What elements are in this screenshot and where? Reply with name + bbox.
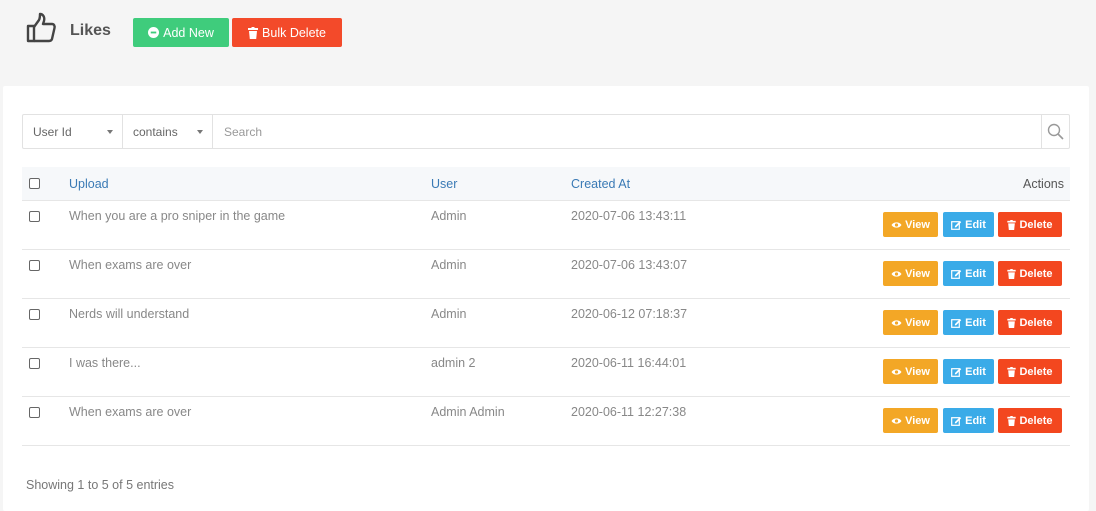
row-created-at: 2020-06-11 16:44:01 [571, 356, 687, 370]
delete-button[interactable]: Delete [998, 408, 1062, 433]
row-upload: When exams are over [69, 405, 192, 419]
edit-icon [951, 416, 962, 426]
search-button[interactable] [1041, 115, 1069, 148]
eye-icon [891, 270, 902, 277]
add-new-label: Add New [163, 25, 214, 40]
trash-icon [1007, 317, 1017, 328]
delete-label: Delete [1019, 218, 1053, 231]
page-header: Likes Add New Bulk Delete [0, 0, 1096, 86]
delete-label: Delete [1019, 316, 1053, 329]
view-label: View [905, 414, 930, 427]
column-header-user[interactable]: User [431, 177, 457, 191]
delete-button[interactable]: Delete [998, 310, 1062, 335]
row-upload: Nerds will understand [69, 307, 190, 321]
row-upload: When exams are over [69, 258, 192, 272]
row-created-at: 2020-06-11 12:27:38 [571, 405, 687, 419]
bulk-delete-label: Bulk Delete [262, 25, 326, 40]
edit-button[interactable]: Edit [943, 408, 994, 433]
edit-label: Edit [965, 218, 986, 231]
filter-operator-value: contains [133, 124, 178, 139]
edit-icon [951, 269, 962, 279]
view-label: View [905, 316, 930, 329]
row-user: Admin [431, 209, 467, 223]
view-button[interactable]: View [883, 359, 938, 384]
delete-button[interactable]: Delete [998, 212, 1062, 237]
view-button[interactable]: View [883, 212, 938, 237]
trash-icon [1007, 268, 1017, 279]
delete-label: Delete [1019, 414, 1053, 427]
edit-label: Edit [965, 267, 986, 280]
select-all-checkbox[interactable] [29, 178, 40, 189]
edit-label: Edit [965, 316, 986, 329]
view-button[interactable]: View [883, 408, 938, 433]
add-new-button[interactable]: Add New [133, 18, 229, 47]
row-checkbox[interactable] [29, 260, 40, 271]
edit-button[interactable]: Edit [943, 310, 994, 335]
row-checkbox[interactable] [29, 358, 40, 369]
delete-label: Delete [1019, 267, 1053, 280]
likes-table: Upload User Created At Actions When you … [22, 167, 1070, 446]
table-info: Showing 1 to 5 of 5 entries [26, 478, 175, 492]
delete-label: Delete [1019, 365, 1053, 378]
column-header-created-at[interactable]: Created At [571, 177, 630, 191]
filter-field-select[interactable]: User Id [23, 115, 123, 148]
edit-button[interactable]: Edit [943, 359, 994, 384]
table-row: When exams are over Admin 2020-07-06 13:… [22, 250, 1070, 299]
table-row: I was there... admin 2 2020-06-11 16:44:… [22, 348, 1070, 397]
likes-card: User Id contains Upload User Created At … [3, 86, 1089, 511]
row-created-at: 2020-07-06 13:43:11 [571, 209, 687, 223]
edit-label: Edit [965, 365, 986, 378]
row-upload: When you are a pro sniper in the game [69, 209, 286, 223]
search-input[interactable] [213, 115, 1041, 148]
row-created-at: 2020-06-12 07:18:37 [571, 307, 688, 321]
table-row: Nerds will understand Admin 2020-06-12 0… [22, 299, 1070, 348]
view-button[interactable]: View [883, 310, 938, 335]
filter-operator-select[interactable]: contains [123, 115, 213, 148]
page-title: Likes [70, 22, 111, 39]
row-user: admin 2 [431, 356, 476, 370]
trash-icon [1007, 366, 1017, 377]
row-user: Admin [431, 258, 467, 272]
view-label: View [905, 218, 930, 231]
column-header-actions: Actions [1023, 177, 1064, 191]
plus-circle-icon [148, 27, 160, 38]
trash-icon [1007, 219, 1017, 230]
bulk-delete-button[interactable]: Bulk Delete [232, 18, 342, 47]
table-row: When exams are over Admin Admin 2020-06-… [22, 397, 1070, 446]
delete-button[interactable]: Delete [998, 261, 1062, 286]
edit-icon [951, 220, 962, 230]
thumbs-up-icon [26, 12, 56, 43]
edit-icon [951, 367, 962, 377]
edit-button[interactable]: Edit [943, 261, 994, 286]
eye-icon [891, 417, 902, 424]
eye-icon [891, 319, 902, 326]
view-label: View [905, 267, 930, 280]
edit-icon [951, 318, 962, 328]
eye-icon [891, 368, 902, 375]
delete-button[interactable]: Delete [998, 359, 1062, 384]
row-user: Admin Admin [431, 405, 505, 419]
view-button[interactable]: View [883, 261, 938, 286]
chevron-down-icon [107, 130, 113, 134]
filter-bar: User Id contains [22, 114, 1070, 149]
row-user: Admin [431, 307, 467, 321]
eye-icon [891, 221, 902, 228]
row-checkbox[interactable] [29, 407, 40, 418]
row-checkbox[interactable] [29, 309, 40, 320]
trash-icon [248, 26, 259, 39]
edit-button[interactable]: Edit [943, 212, 994, 237]
view-label: View [905, 365, 930, 378]
column-header-upload[interactable]: Upload [69, 177, 109, 191]
row-upload: I was there... [69, 356, 141, 370]
filter-field-value: User Id [33, 124, 72, 139]
row-checkbox[interactable] [29, 211, 40, 222]
row-created-at: 2020-07-06 13:43:07 [571, 258, 688, 272]
trash-icon [1007, 415, 1017, 426]
table-header: Upload User Created At Actions [22, 167, 1070, 201]
edit-label: Edit [965, 414, 986, 427]
chevron-down-icon [197, 130, 203, 134]
table-row: When you are a pro sniper in the game Ad… [22, 201, 1070, 250]
search-icon [1047, 123, 1064, 140]
